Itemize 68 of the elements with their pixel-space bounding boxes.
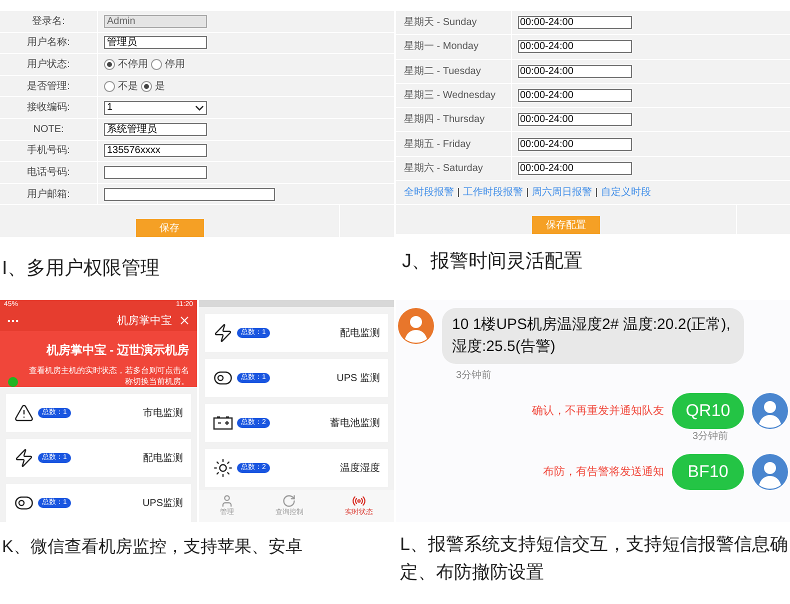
caption: K、微信查看机房监控，支持苹果、安卓 (2, 537, 302, 556)
close-icon[interactable] (178, 314, 191, 328)
banner-text: 查看机房主机的实时状态，若多台则可点击名称切换当前机房。 (28, 365, 189, 387)
caption: L、报警系统支持短信交互，支持短信报警信息确定、布防撤防设置 (400, 534, 788, 582)
time-range-field[interactable]: 00:00-24:00 (518, 16, 632, 30)
sun-icon (213, 458, 233, 478)
warning-icon (14, 403, 34, 423)
field-label: 手机号码: (27, 144, 70, 158)
day-label: 星期二 - Tuesday (404, 64, 481, 79)
card-title: 市电监测 (143, 406, 183, 420)
lightning-icon (213, 323, 233, 343)
caption: I、多用户权限管理 (2, 258, 160, 280)
field-label: NOTE: (33, 122, 64, 137)
message-bubble: 10 1楼UPS机房温湿度2# 温度:20.2(正常),湿度:25.5(告警) (442, 308, 744, 364)
input-field[interactable]: 管理员 (104, 36, 207, 50)
banner-title: 机房掌中宝 - 迈世演示机房 (46, 342, 189, 359)
card-title: 配电监测 (143, 452, 183, 466)
time-range-field[interactable]: 00:00-24:00 (518, 113, 632, 126)
time-range-field[interactable]: 00:00-24:00 (518, 162, 632, 175)
radio-button[interactable] (151, 58, 162, 70)
card-title: UPS监测 (142, 496, 183, 510)
caption: J、报警时间灵活配置 (402, 251, 582, 272)
input-field[interactable] (104, 166, 207, 179)
radio-button[interactable] (141, 80, 152, 92)
time-range-field[interactable]: 00:00-24:00 (518, 40, 632, 54)
field-label: 接收编码: (27, 100, 70, 116)
battery-icon (213, 416, 233, 430)
radio-button[interactable] (104, 58, 115, 70)
radio-label: 不是 (118, 80, 138, 94)
field-label: 用户邮箱: (27, 188, 70, 202)
chevron-icon (195, 104, 204, 111)
message-bubble: QR10 (672, 393, 744, 429)
radio-label: 是 (155, 80, 165, 94)
app-title: 机房掌中宝 (117, 314, 172, 328)
dropdown[interactable]: 1 (104, 100, 207, 115)
radio-icon (352, 494, 366, 508)
time-range-field[interactable]: 00:00-24:00 (518, 64, 632, 78)
field-label: 登录名: (32, 14, 65, 29)
time-range-field[interactable]: 00:00-24:00 (518, 89, 632, 102)
radio-label: 停用 (165, 58, 185, 72)
card-title: UPS 监测 (336, 372, 380, 386)
field-label: 用户状态: (27, 58, 70, 72)
radio-button[interactable] (104, 80, 115, 92)
card-title: 配电监测 (340, 326, 380, 340)
field-label: 电话号码: (27, 166, 70, 180)
day-label: 星期三 - Wednesday (404, 88, 496, 104)
day-label: 星期天 - Sunday (404, 16, 477, 30)
card-title: 蓄电池监测 (330, 416, 380, 430)
refresh-icon (282, 494, 296, 508)
day-label: 星期六 - Saturday (404, 162, 483, 176)
message-time: 3分钟前 (456, 368, 493, 383)
field-label: 是否管理: (27, 80, 70, 94)
message-bubble: BF10 (672, 454, 744, 490)
radio-label: 不停用 (118, 58, 148, 72)
input-field[interactable] (104, 188, 275, 201)
lightning-icon (14, 448, 34, 468)
command-note: 布防，有告警将发送通知 (543, 464, 664, 480)
time-range-field[interactable]: 00:00-24:00 (518, 138, 632, 151)
command-note: 确认，不再重发并通知队友 (532, 404, 664, 419)
card-title: 温度湿度 (340, 462, 380, 476)
day-label: 星期四 - Thursday (404, 112, 485, 128)
day-label: 星期一 - Monday (404, 40, 478, 54)
user-icon (220, 494, 234, 508)
field-label: 用户名称: (27, 36, 70, 50)
message-time: 3分钟前 (692, 430, 728, 444)
input-field[interactable]: Admin (104, 14, 207, 28)
input-field[interactable]: 135576xxxx (104, 144, 207, 158)
day-label: 星期五 - Friday (404, 138, 471, 152)
